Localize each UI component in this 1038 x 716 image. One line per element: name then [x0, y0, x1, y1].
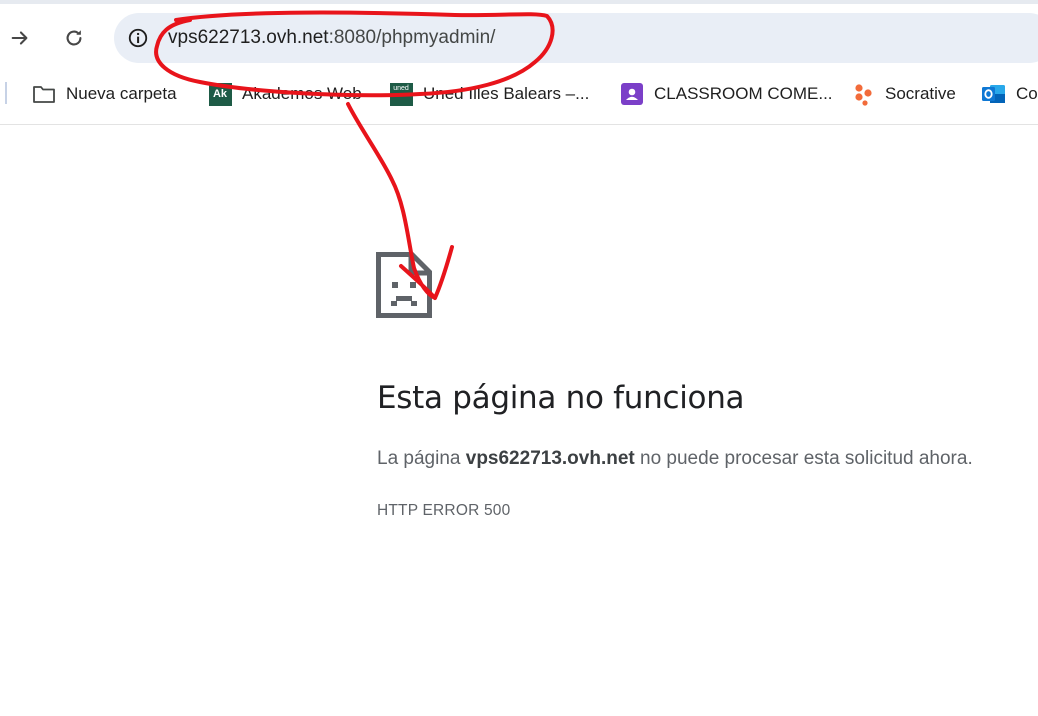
error-code: HTTP ERROR 500 — [377, 502, 511, 519]
uned-icon: uned — [389, 82, 413, 106]
url-path: :8080/phpmyadmin/ — [328, 27, 496, 48]
bookmark-label: CLASSROOM COME... — [654, 84, 833, 103]
outlook-icon — [982, 82, 1006, 106]
error-title: Esta página no funciona — [377, 380, 745, 416]
bookmark-outlook[interactable]: Co — [982, 80, 1038, 108]
info-icon — [128, 28, 148, 48]
uned-icon-text: uned — [389, 82, 413, 106]
socrative-icon — [851, 82, 875, 106]
bookmark-label: Uned Illes Balears –... — [423, 84, 590, 103]
address-bar[interactable]: vps622713.ovh.net:8080/phpmyadmin/ — [114, 13, 1038, 63]
error-description-suffix: no puede procesar esta solicitud ahora. — [634, 448, 973, 469]
bookmarks-bar: Nueva carpeta Ak Akademos Web uned Uned … — [0, 70, 1038, 125]
bookmark-label: Nueva carpeta — [66, 84, 177, 103]
browser-toolbar: vps622713.ovh.net:8080/phpmyadmin/ — [0, 4, 1038, 70]
akademos-icon-text: Ak — [208, 82, 232, 106]
url-host: vps622713.ovh.net — [168, 27, 329, 48]
bookmark-uned-illes-balears[interactable]: uned Uned Illes Balears –... — [389, 80, 589, 108]
google-classroom-icon — [620, 82, 644, 106]
bookmark-label: Socrative — [885, 84, 956, 103]
bookmark-classroom[interactable]: CLASSROOM COME... — [620, 80, 833, 108]
bookmark-label: Akademos Web — [242, 84, 362, 103]
sad-page-icon — [376, 252, 432, 318]
forward-button[interactable] — [2, 20, 38, 56]
error-description-prefix: La página — [377, 448, 466, 469]
bookmark-label: Co — [1016, 84, 1038, 103]
arrow-right-icon — [11, 31, 28, 45]
error-description: La página vps622713.ovh.net no puede pro… — [377, 447, 973, 471]
bookmarks-separator — [5, 82, 7, 104]
bookmark-akademos-web[interactable]: Ak Akademos Web — [208, 80, 362, 108]
akademos-icon: Ak — [208, 82, 232, 106]
bookmark-socrative[interactable]: Socrative — [851, 80, 956, 108]
reload-icon — [66, 30, 82, 46]
error-description-host: vps622713.ovh.net — [465, 448, 635, 469]
folder-icon — [32, 82, 56, 106]
bookmark-nueva-carpeta[interactable]: Nueva carpeta — [32, 80, 177, 108]
site-info-button[interactable] — [126, 26, 150, 50]
reload-button[interactable] — [56, 20, 92, 56]
url-text[interactable]: vps622713.ovh.net:8080/phpmyadmin/ — [168, 27, 495, 49]
